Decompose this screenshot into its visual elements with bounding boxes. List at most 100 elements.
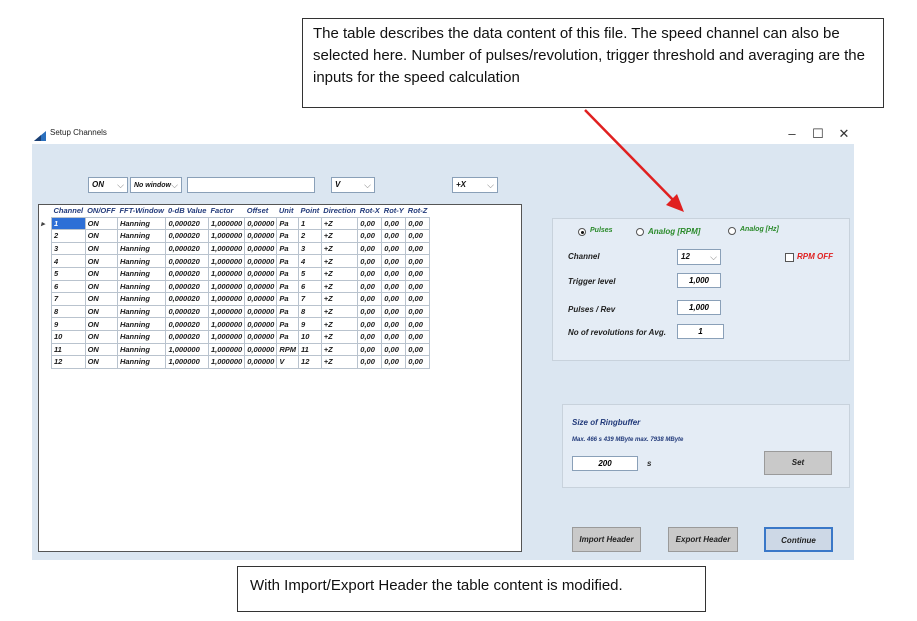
table-cell[interactable]: 0,00 xyxy=(357,229,383,243)
table-cell[interactable]: Pa xyxy=(276,304,300,319)
table-cell[interactable]: 0,00 xyxy=(357,329,383,344)
pulses-per-rev-input[interactable]: 1,000 xyxy=(677,300,721,315)
table-cell[interactable]: 0,00000 xyxy=(244,342,278,357)
analog-rpm-radio[interactable] xyxy=(636,228,644,236)
table-cell[interactable]: 0,00 xyxy=(405,355,430,369)
table-cell[interactable]: 0,00 xyxy=(405,216,430,231)
unit-dropdown[interactable]: V ⌵ xyxy=(331,177,375,193)
row-header[interactable] xyxy=(39,305,52,318)
table-cell[interactable]: 5 xyxy=(51,266,86,281)
table-cell[interactable]: 10 xyxy=(298,329,322,344)
table-cell[interactable]: 7 xyxy=(51,292,86,306)
table-cell[interactable]: 0,00000 xyxy=(244,241,278,256)
table-cell[interactable]: +Z xyxy=(320,216,359,231)
table-cell[interactable]: 0,00000 xyxy=(244,329,278,344)
row-header[interactable] xyxy=(39,356,52,369)
table-cell[interactable]: 0,00000 xyxy=(244,254,278,268)
table-cell[interactable]: 0,00 xyxy=(381,229,407,243)
table-cell[interactable]: 1,000000 xyxy=(207,279,246,294)
table-cell[interactable]: 11 xyxy=(51,342,86,357)
table-cell[interactable]: ON xyxy=(84,241,118,256)
table-cell[interactable]: 1,000000 xyxy=(165,342,209,357)
table-cell[interactable]: ON xyxy=(84,342,118,357)
row-header[interactable] xyxy=(39,255,52,268)
table-row[interactable]: 10 ON Hanning 0,000020 1,000000 0,00000 Pa 10 +Z… xyxy=(39,329,430,344)
maximize-button[interactable]: ☐ xyxy=(808,124,828,144)
table-row[interactable]: 4 ON Hanning 0,000020 1,000000 0,00000 Pa 4 +Z 0,… xyxy=(39,254,430,268)
table-row[interactable]: 7 ON Hanning 0,000020 1,000000 0,00000 Pa 7 +Z 0,… xyxy=(39,292,430,306)
table-cell[interactable]: 2 xyxy=(51,229,86,243)
table-cell[interactable]: 0,00 xyxy=(405,342,430,357)
channel-grid[interactable]: Channel ON/OFF FFT-Window 0-dB Value Factor O… xyxy=(38,204,522,552)
table-row[interactable]: 8 ON Hanning 0,000020 1,000000 0,00000 Pa 8 +Z 0,… xyxy=(39,304,430,319)
table-cell[interactable]: 0,000020 xyxy=(165,304,209,319)
table-cell[interactable]: 1 xyxy=(51,216,86,231)
table-cell[interactable]: ON xyxy=(84,216,118,231)
table-cell[interactable]: 0,000020 xyxy=(165,279,209,294)
table-cell[interactable]: 0,00000 xyxy=(244,317,278,331)
table-cell[interactable]: 0,00 xyxy=(357,279,383,294)
table-cell[interactable]: 11 xyxy=(298,342,322,357)
analog-hz-radio[interactable] xyxy=(728,227,736,235)
table-row[interactable]: 9 ON Hanning 0,000020 1,000000 0,00000 Pa 9 +Z 0,… xyxy=(39,317,430,331)
table-cell[interactable]: 2 xyxy=(298,229,322,243)
table-cell[interactable]: 1,000000 xyxy=(165,355,209,369)
table-cell[interactable]: +Z xyxy=(320,266,359,281)
column-header[interactable]: Unit xyxy=(277,205,299,217)
column-header[interactable]: Channel xyxy=(52,205,86,217)
table-cell[interactable]: 0,00 xyxy=(405,279,430,294)
export-header-button[interactable]: Export Header xyxy=(668,527,738,552)
table-cell[interactable]: 0,00 xyxy=(357,266,383,281)
table-cell[interactable]: 0,00000 xyxy=(244,216,278,231)
table-row[interactable]: ▸ 1 ON Hanning 0,000020 1,000000 0,00000 Pa 1 +Z 0… xyxy=(39,216,430,231)
table-cell[interactable]: Hanning xyxy=(116,216,167,231)
row-header[interactable] xyxy=(39,330,52,343)
column-header[interactable]: Rot-Y xyxy=(382,205,406,217)
table-cell[interactable]: 0,00 xyxy=(405,329,430,344)
table-cell[interactable]: +Z xyxy=(320,254,359,268)
table-cell[interactable]: 0,000020 xyxy=(165,241,209,256)
table-cell[interactable]: 6 xyxy=(51,279,86,294)
table-cell[interactable]: 0,000020 xyxy=(165,317,209,331)
table-cell[interactable]: 1,000000 xyxy=(207,254,246,268)
table-cell[interactable]: 0,00 xyxy=(381,329,407,344)
table-cell[interactable]: 0,000020 xyxy=(165,329,209,344)
table-cell[interactable]: 0,000020 xyxy=(165,292,209,306)
table-cell[interactable]: Pa xyxy=(276,292,300,306)
table-cell[interactable]: ON xyxy=(84,304,118,319)
column-header[interactable]: ON/OFF xyxy=(85,205,117,217)
table-row[interactable]: 3 ON Hanning 0,000020 1,000000 0,00000 Pa 3 +Z 0,… xyxy=(39,241,430,256)
column-header[interactable]: Direction xyxy=(321,205,358,217)
table-cell[interactable]: 10 xyxy=(51,329,86,344)
column-header[interactable]: Point xyxy=(299,205,322,217)
table-cell[interactable]: +Z xyxy=(320,317,359,331)
table-cell[interactable]: ON xyxy=(84,355,118,369)
table-cell[interactable]: 1,000000 xyxy=(207,355,246,369)
column-header[interactable]: FFT-Window xyxy=(117,205,166,217)
column-header[interactable]: Rot-Z xyxy=(406,205,430,217)
table-cell[interactable]: Pa xyxy=(276,241,300,256)
table-cell[interactable]: 0,00 xyxy=(381,241,407,256)
table-cell[interactable]: 1,000000 xyxy=(207,304,246,319)
close-button[interactable]: ✕ xyxy=(834,124,854,144)
trigger-level-input[interactable]: 1,000 xyxy=(677,273,721,288)
table-cell[interactable]: 0,00 xyxy=(381,317,407,331)
row-header[interactable] xyxy=(39,242,52,255)
table-cell[interactable]: 0,00 xyxy=(405,304,430,319)
table-cell[interactable]: Hanning xyxy=(116,254,167,268)
set-button[interactable]: Set xyxy=(764,451,832,475)
table-cell[interactable]: 0,00 xyxy=(357,317,383,331)
table-cell[interactable]: 0,00 xyxy=(381,216,407,231)
table-cell[interactable]: ON xyxy=(84,329,118,344)
table-cell[interactable]: V xyxy=(276,355,300,369)
table-cell[interactable]: +Z xyxy=(320,292,359,306)
table-row[interactable]: 11 ON Hanning 1,000000 1,000000 0,00000 RPM 11 +… xyxy=(39,342,430,357)
table-cell[interactable]: Hanning xyxy=(116,355,167,369)
revolutions-avg-input[interactable]: 1 xyxy=(677,324,724,339)
table-cell[interactable]: Pa xyxy=(276,216,300,231)
table-cell[interactable]: Pa xyxy=(276,266,300,281)
continue-button[interactable]: Continue xyxy=(764,527,833,552)
table-cell[interactable]: 3 xyxy=(51,241,86,256)
table-cell[interactable]: 5 xyxy=(298,266,322,281)
table-cell[interactable]: 1 xyxy=(298,216,322,231)
